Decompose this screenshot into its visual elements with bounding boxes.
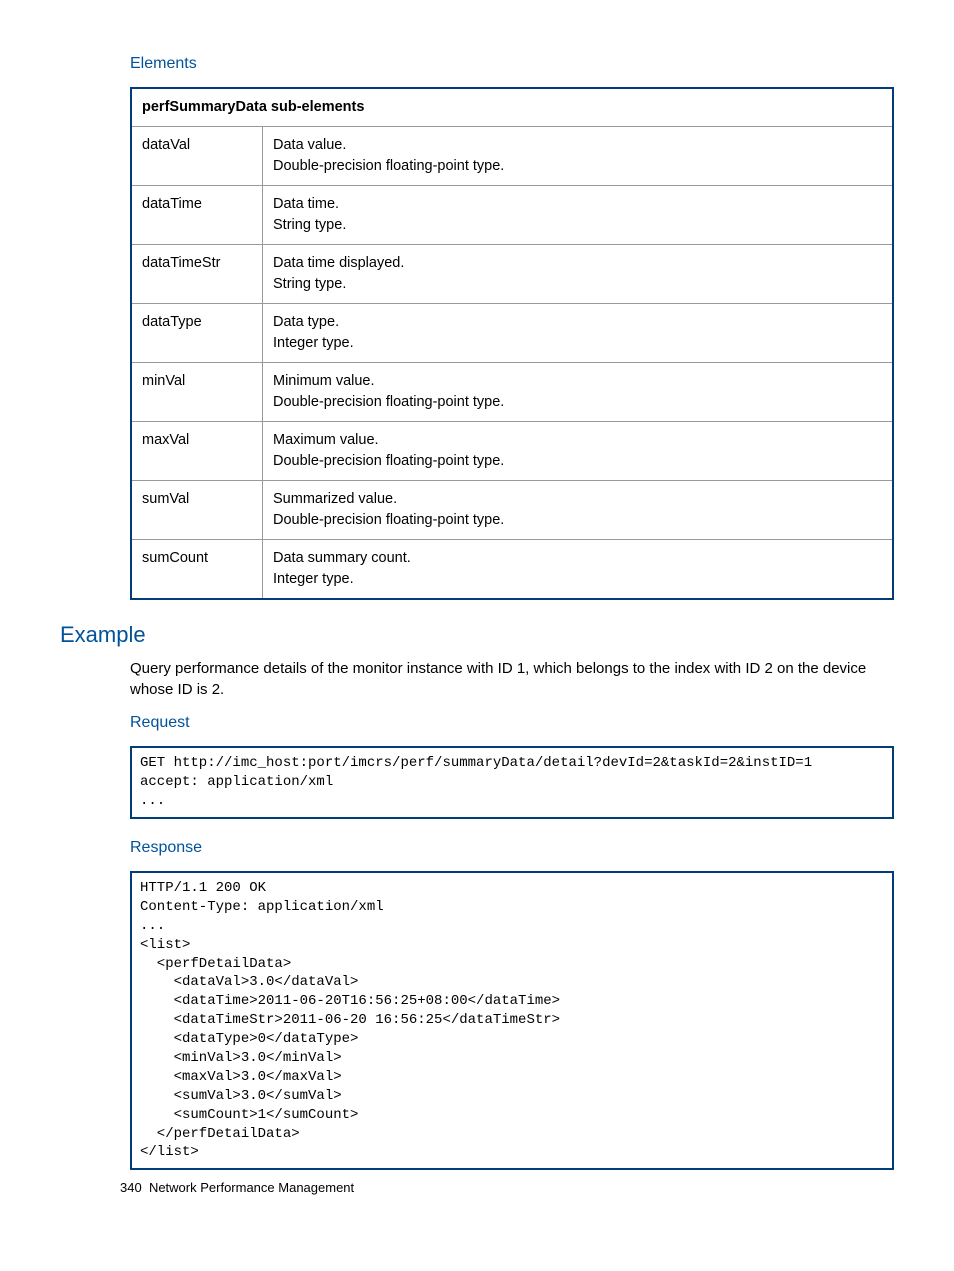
- table-header: perfSummaryData sub-elements: [131, 88, 893, 127]
- element-desc: Data summary count.Integer type.: [263, 540, 894, 600]
- request-code-block: GET http://imc_host:port/imcrs/perf/summ…: [130, 746, 894, 819]
- table-row: dataValData value.Double-precision float…: [131, 127, 893, 186]
- table-row: dataTimeData time.String type.: [131, 186, 893, 245]
- element-name: dataTimeStr: [131, 245, 263, 304]
- element-desc: Minimum value.Double-precision floating-…: [263, 363, 894, 422]
- element-desc: Maximum value.Double-precision floating-…: [263, 422, 894, 481]
- element-name: dataVal: [131, 127, 263, 186]
- heading-elements: Elements: [130, 55, 894, 73]
- element-name: sumVal: [131, 481, 263, 540]
- element-desc: Summarized value.Double-precision floati…: [263, 481, 894, 540]
- table-row: sumCountData summary count.Integer type.: [131, 540, 893, 600]
- table-row: dataTimeStrData time displayed.String ty…: [131, 245, 893, 304]
- element-desc: Data time displayed.String type.: [263, 245, 894, 304]
- elements-table: perfSummaryData sub-elements dataValData…: [130, 87, 894, 600]
- table-row: dataTypeData type.Integer type.: [131, 304, 893, 363]
- element-name: maxVal: [131, 422, 263, 481]
- heading-example: Example: [60, 622, 894, 648]
- response-code-block: HTTP/1.1 200 OKContent-Type: application…: [130, 871, 894, 1170]
- element-name: dataTime: [131, 186, 263, 245]
- page-number: 340: [120, 1180, 142, 1195]
- example-paragraph: Query performance details of the monitor…: [130, 658, 894, 700]
- table-row: sumValSummarized value.Double-precision …: [131, 481, 893, 540]
- footer-section: Network Performance Management: [149, 1180, 354, 1195]
- element-desc: Data time.String type.: [263, 186, 894, 245]
- table-row: minValMinimum value.Double-precision flo…: [131, 363, 893, 422]
- table-row: maxValMaximum value.Double-precision flo…: [131, 422, 893, 481]
- heading-response: Response: [130, 839, 894, 857]
- element-name: sumCount: [131, 540, 263, 600]
- element-desc: Data type.Integer type.: [263, 304, 894, 363]
- element-name: minVal: [131, 363, 263, 422]
- element-desc: Data value.Double-precision floating-poi…: [263, 127, 894, 186]
- page-footer: 340 Network Performance Management: [120, 1180, 354, 1195]
- heading-request: Request: [130, 714, 894, 732]
- element-name: dataType: [131, 304, 263, 363]
